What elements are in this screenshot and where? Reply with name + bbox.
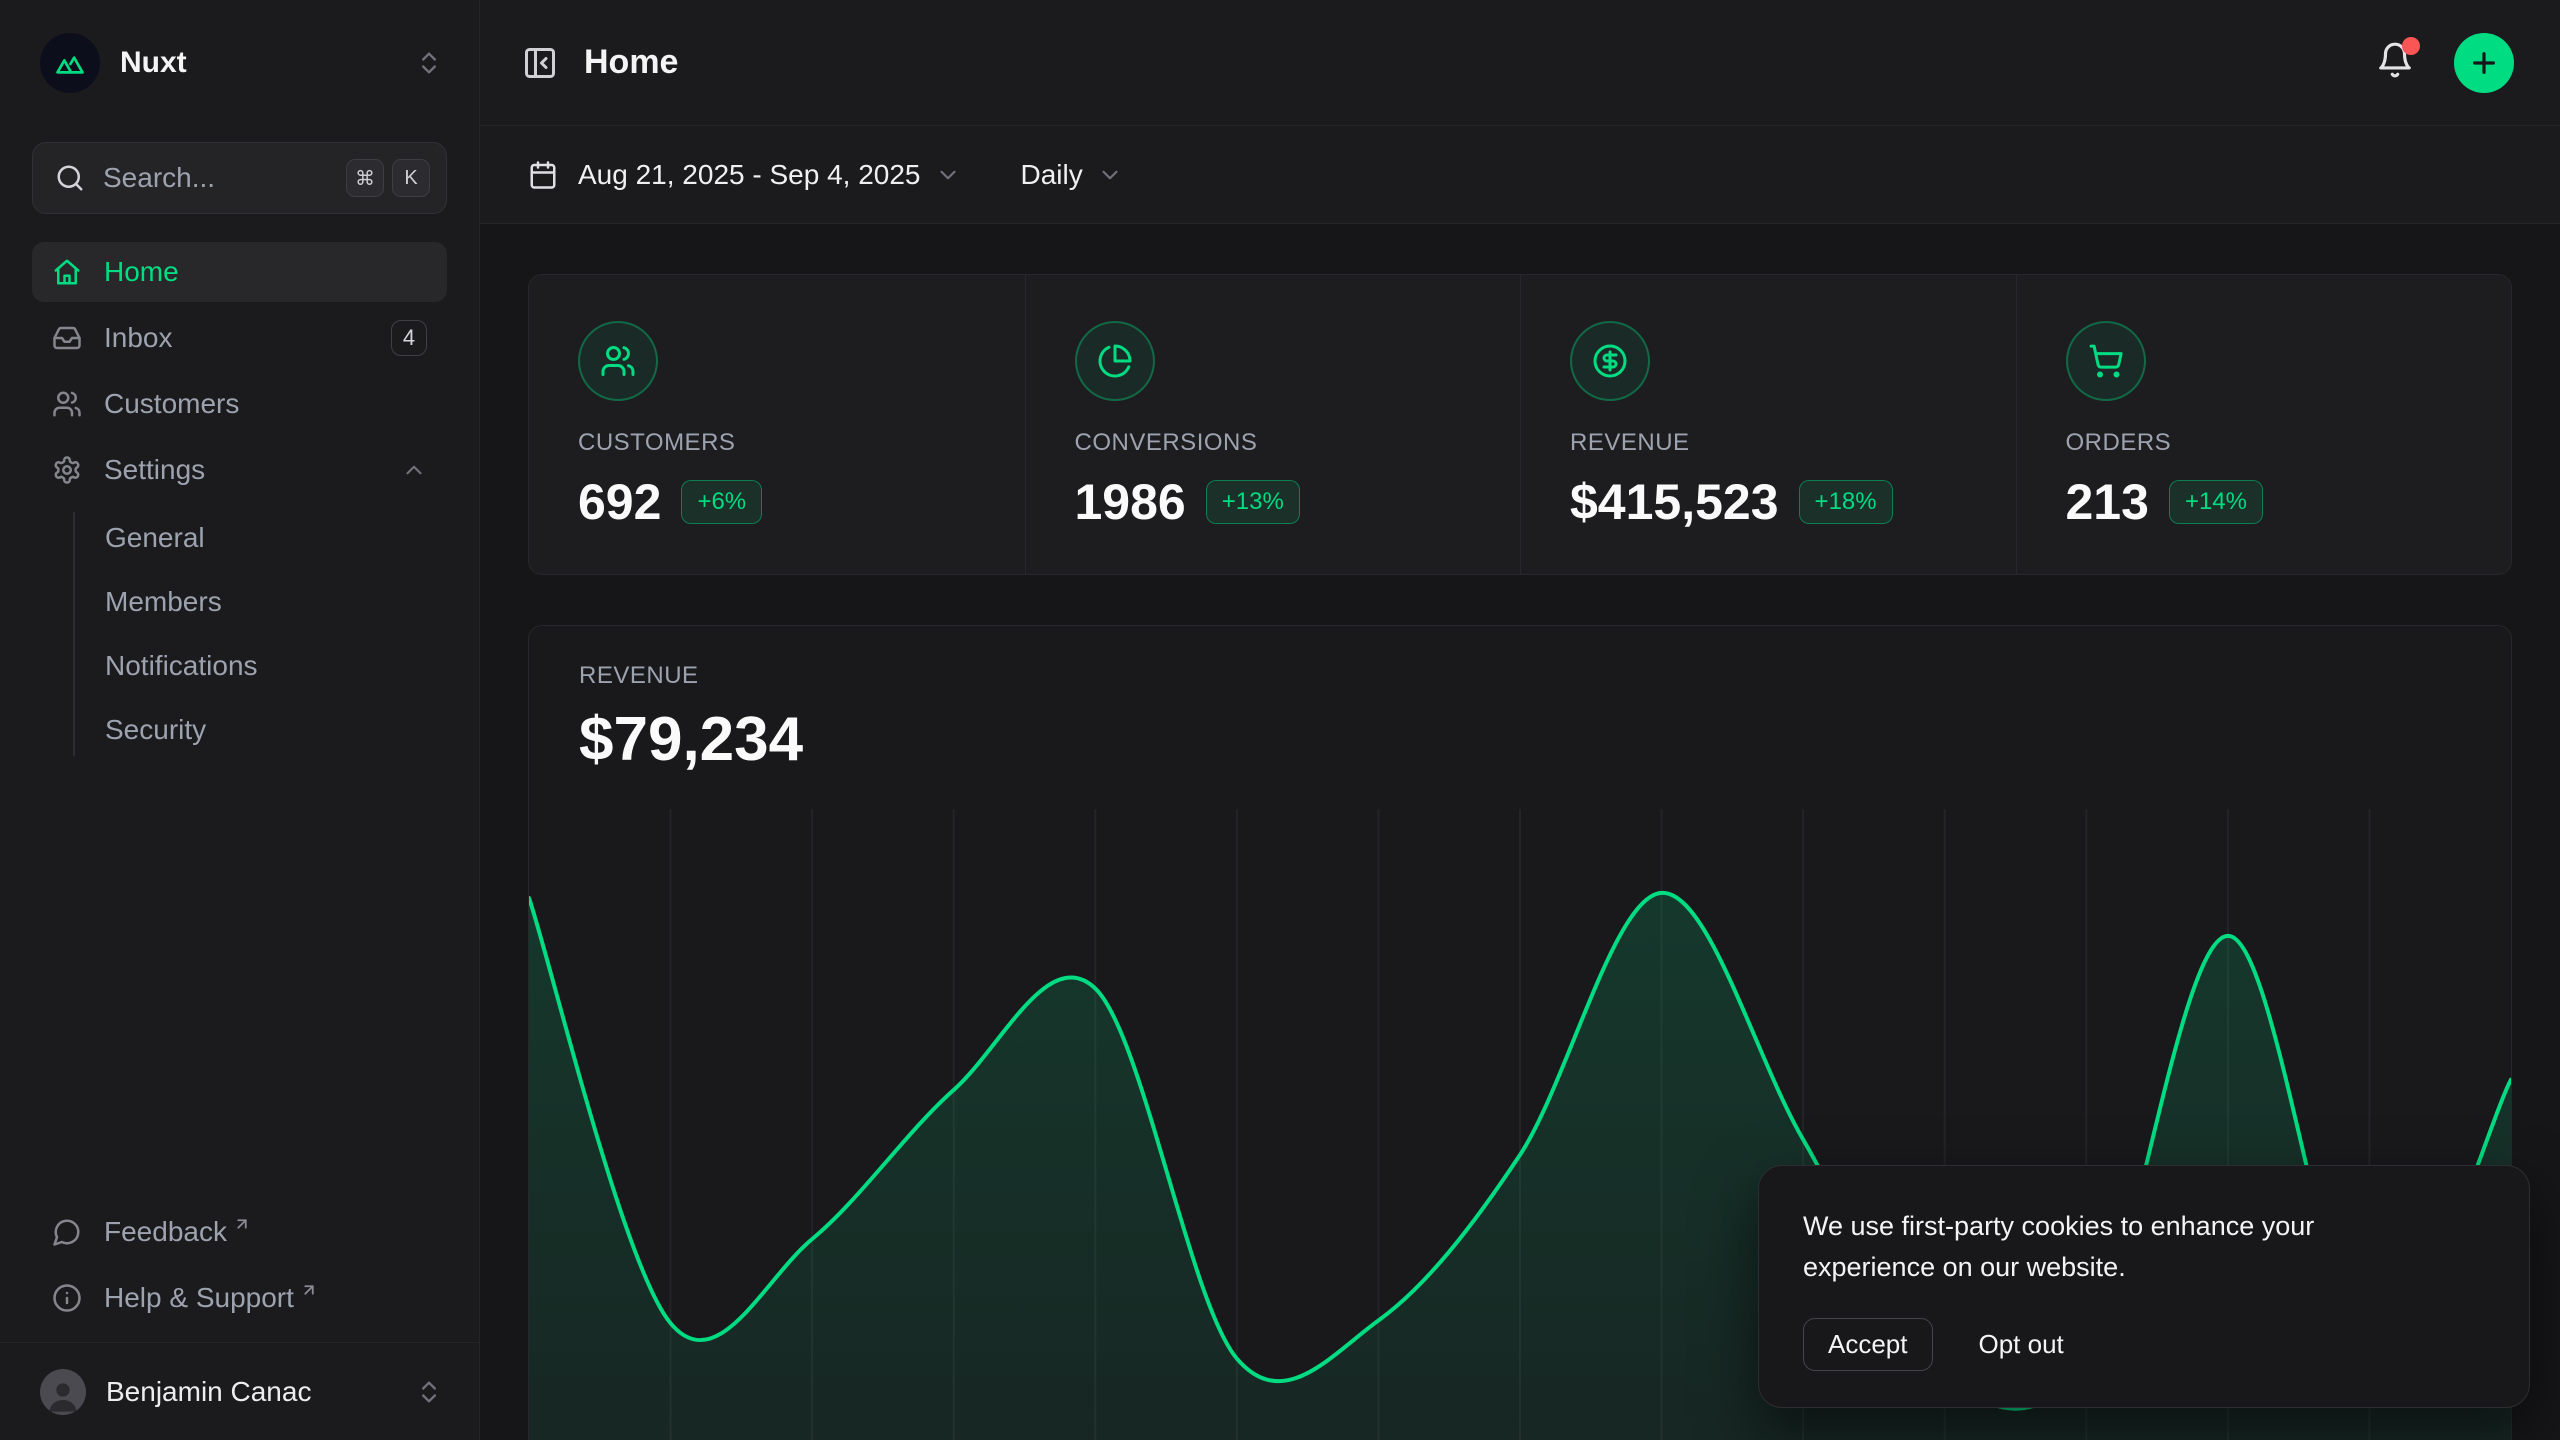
kbd-k: K xyxy=(392,159,430,197)
sidebar-item-label: Home xyxy=(104,256,179,288)
message-circle-icon xyxy=(52,1217,82,1247)
workspace-switcher[interactable]: Nuxt xyxy=(0,0,479,126)
inbox-count-badge: 4 xyxy=(391,320,427,356)
sidebar-item-help-support[interactable]: Help & Support xyxy=(32,1268,447,1328)
chevron-down-icon xyxy=(935,162,961,188)
arrow-up-right-icon xyxy=(233,1215,251,1233)
sidebar-item-home[interactable]: Home xyxy=(32,242,447,302)
stat-delta-badge: +14% xyxy=(2169,480,2263,524)
page-header: Home xyxy=(480,0,2560,126)
workspace-name: Nuxt xyxy=(120,46,415,80)
revenue-panel-value: $79,234 xyxy=(579,704,2511,775)
stat-card-conversions[interactable]: CONVERSIONS 1986 +13% xyxy=(1025,275,1521,574)
nuxt-logo-icon xyxy=(40,33,100,93)
avatar xyxy=(40,1369,86,1415)
pie-chart-icon xyxy=(1075,321,1155,401)
users-icon xyxy=(52,389,82,419)
stat-value: 692 xyxy=(578,473,661,531)
stat-label: CONVERSIONS xyxy=(1075,429,1481,457)
sidebar-subitem-members[interactable]: Members xyxy=(105,570,447,634)
notifications-button[interactable] xyxy=(2376,41,2414,84)
sidebar-bottom: Feedback Help & Support xyxy=(0,1202,479,1440)
add-button[interactable] xyxy=(2454,33,2514,93)
sidebar: Nuxt Search... ⌘ K Home xyxy=(0,0,480,1440)
dashboard-app: Nuxt Search... ⌘ K Home xyxy=(0,0,2560,1440)
stat-delta-badge: +18% xyxy=(1799,480,1893,524)
stat-label: REVENUE xyxy=(1570,429,1976,457)
granularity-value: Daily xyxy=(1021,159,1083,191)
stat-card-revenue[interactable]: REVENUE $415,523 +18% xyxy=(1520,275,2016,574)
sidebar-subitem-general[interactable]: General xyxy=(105,506,447,570)
search-input[interactable]: Search... ⌘ K xyxy=(32,142,447,214)
page-title: Home xyxy=(584,43,678,82)
cookie-banner: We use first-party cookies to enhance yo… xyxy=(1758,1165,2530,1408)
sidebar-item-label: Inbox xyxy=(104,322,173,354)
chevrons-up-down-icon xyxy=(415,1378,443,1406)
sidebar-nav: Home Inbox 4 Customers Settings xyxy=(32,242,447,768)
inbox-icon xyxy=(52,323,82,353)
granularity-select[interactable]: Daily xyxy=(1021,159,1123,191)
stats-row: CUSTOMERS 692 +6% CONVERSIONS 1986 +13% xyxy=(528,274,2512,575)
info-circle-icon xyxy=(52,1283,82,1313)
stat-value: $415,523 xyxy=(1570,473,1779,531)
dollar-circle-icon xyxy=(1570,321,1650,401)
cookie-message: We use first-party cookies to enhance yo… xyxy=(1803,1206,2413,1288)
stat-delta-badge: +6% xyxy=(681,480,762,524)
date-range-picker[interactable]: Aug 21, 2025 - Sep 4, 2025 xyxy=(528,159,961,191)
sidebar-item-inbox[interactable]: Inbox 4 xyxy=(32,308,447,368)
chevron-up-icon xyxy=(401,457,427,483)
sidebar-item-customers[interactable]: Customers xyxy=(32,374,447,434)
kbd-cmd: ⌘ xyxy=(346,159,384,197)
revenue-panel-label: REVENUE xyxy=(579,662,2511,690)
cookie-optout-button[interactable]: Opt out xyxy=(1979,1329,2064,1360)
shopping-cart-icon xyxy=(2066,321,2146,401)
stat-card-customers[interactable]: CUSTOMERS 692 +6% xyxy=(529,275,1025,574)
sidebar-item-settings[interactable]: Settings xyxy=(32,440,447,500)
user-menu[interactable]: Benjamin Canac xyxy=(0,1342,479,1440)
sidebar-subitem-security[interactable]: Security xyxy=(105,698,447,762)
gear-icon xyxy=(52,455,82,485)
user-name: Benjamin Canac xyxy=(106,1376,415,1408)
cookie-accept-button[interactable]: Accept xyxy=(1803,1318,1933,1371)
search-icon xyxy=(55,163,85,193)
stat-value: 1986 xyxy=(1075,473,1186,531)
stat-label: ORDERS xyxy=(2066,429,2472,457)
date-range-value: Aug 21, 2025 - Sep 4, 2025 xyxy=(578,159,921,191)
sidebar-item-label: Feedback xyxy=(104,1216,227,1248)
filter-toolbar: Aug 21, 2025 - Sep 4, 2025 Daily xyxy=(480,126,2560,224)
calendar-icon xyxy=(528,160,558,190)
stat-value: 213 xyxy=(2066,473,2149,531)
users-icon xyxy=(578,321,658,401)
notification-dot xyxy=(2402,37,2420,55)
stat-delta-badge: +13% xyxy=(1206,480,1300,524)
sidebar-item-label: Settings xyxy=(104,454,205,486)
sidebar-item-label: Customers xyxy=(104,388,239,420)
plus-icon xyxy=(2468,47,2500,79)
arrow-up-right-icon xyxy=(300,1281,318,1299)
sidebar-item-feedback[interactable]: Feedback xyxy=(32,1202,447,1262)
panel-left-close-icon[interactable] xyxy=(522,45,558,81)
sidebar-item-label: Help & Support xyxy=(104,1282,294,1314)
search-placeholder: Search... xyxy=(103,162,338,194)
stat-label: CUSTOMERS xyxy=(578,429,985,457)
settings-sub-list: General Members Notifications Security xyxy=(32,506,447,762)
chevrons-up-down-icon xyxy=(415,49,443,77)
chevron-down-icon xyxy=(1097,162,1123,188)
sidebar-subitem-notifications[interactable]: Notifications xyxy=(105,634,447,698)
stat-card-orders[interactable]: ORDERS 213 +14% xyxy=(2016,275,2512,574)
home-icon xyxy=(52,257,82,287)
